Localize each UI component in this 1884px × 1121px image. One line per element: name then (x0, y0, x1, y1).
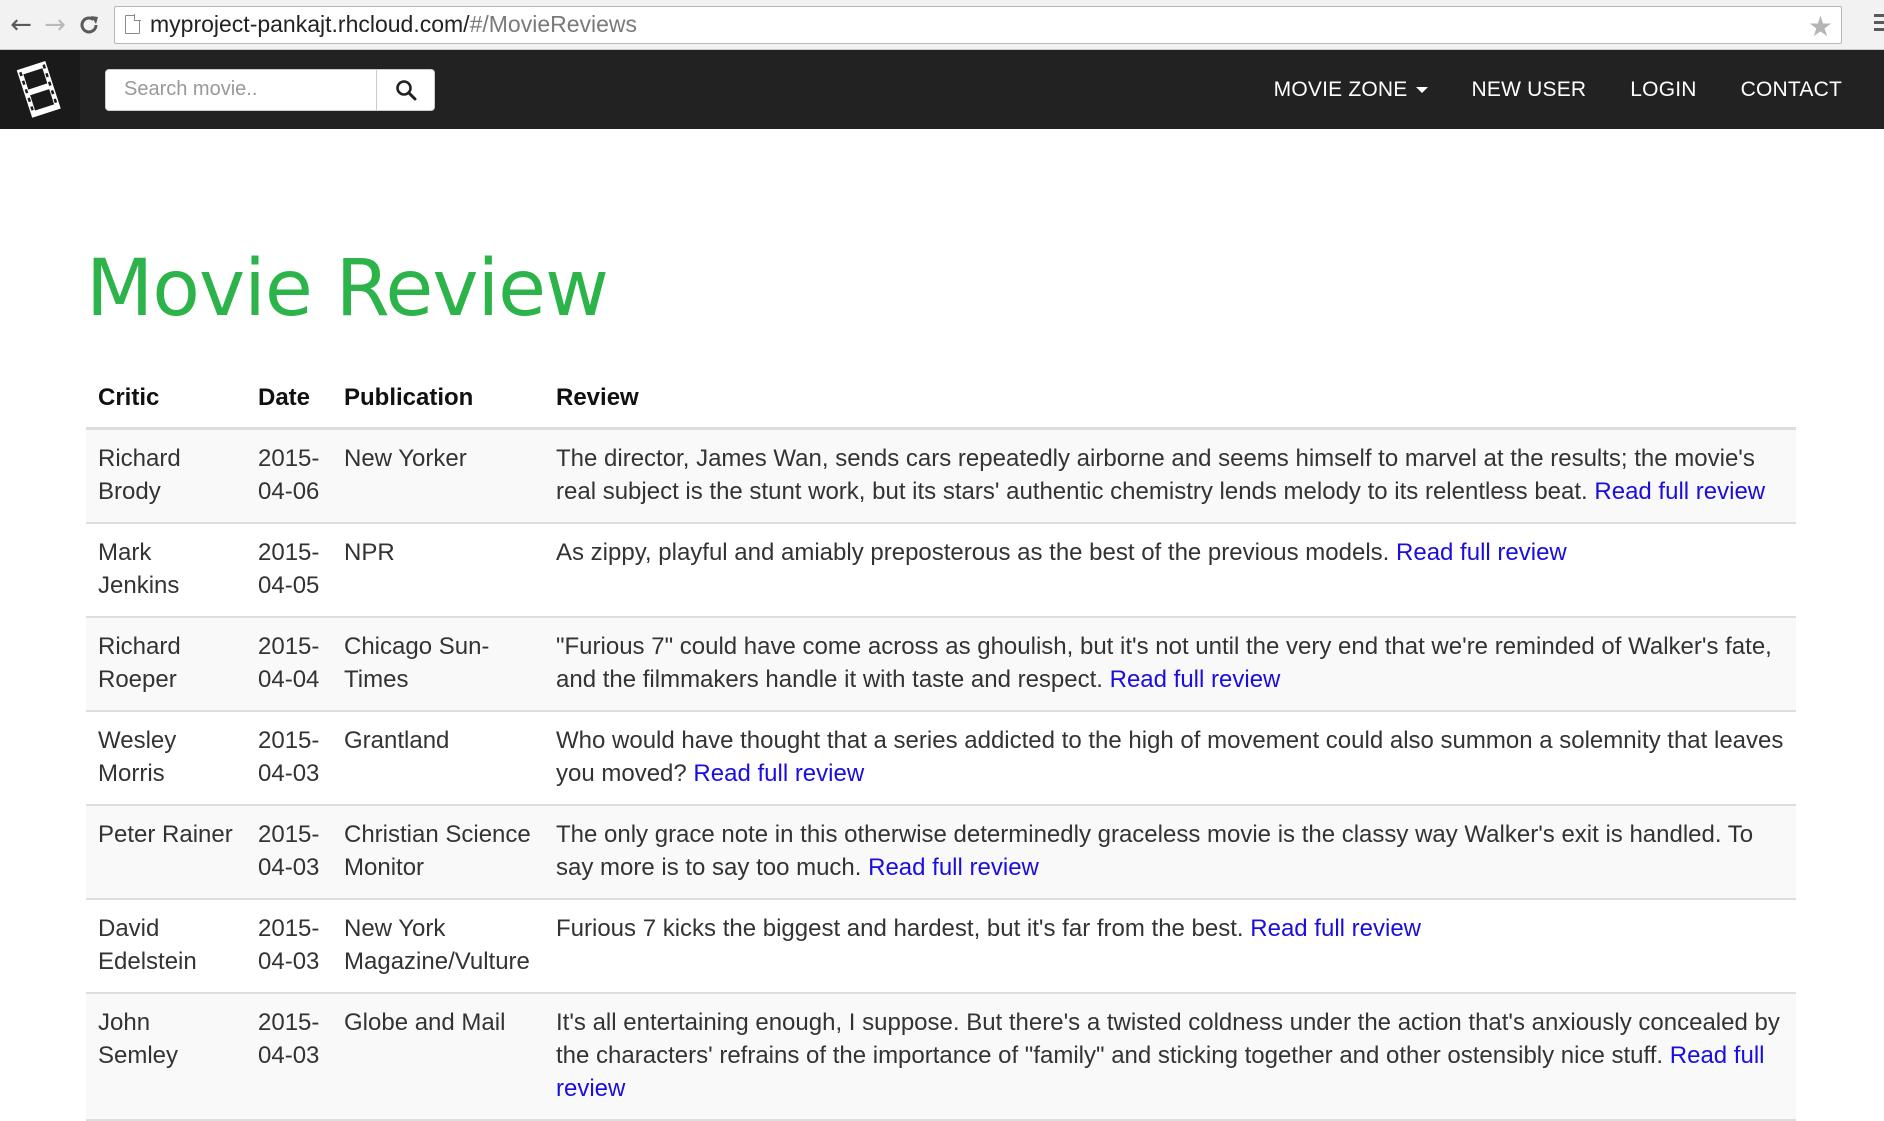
review-text: It's all entertaining enough, I suppose.… (556, 1008, 1780, 1069)
critic-cell: Richard Brody (86, 428, 246, 524)
table-row: Peter Rainer 2015-04-03 Christian Science … (86, 804, 1796, 900)
read-full-review-link[interactable]: Read full review (1250, 915, 1421, 942)
date-cell: 2015-04-03 (246, 992, 332, 1121)
table-header-row: Critic Date Publication Review (86, 370, 1796, 430)
nav-links: MOVIE ZONE NEW USER LOGIN CONTACT (1252, 50, 1864, 129)
publication-cell: NPR (332, 522, 544, 618)
header-publication: Publication (332, 370, 544, 430)
table-row: Richard Roeper 2015-04-04 Chicago Sun-Time… (86, 616, 1796, 712)
nav-movie-zone-dropdown[interactable]: MOVIE ZONE (1252, 50, 1450, 129)
date-cell: 2015-04-04 (246, 616, 332, 712)
search-input[interactable] (105, 68, 377, 111)
address-bar[interactable]: myproject-pankajt.rhcloud.com/#/MovieRev… (114, 5, 1842, 44)
critic-cell: Wesley Morris (86, 710, 246, 806)
page-title: Movie Review (86, 244, 609, 334)
publication-cell: Christian Science Monitor (332, 804, 544, 900)
date-cell: 2015-04-05 (246, 522, 332, 618)
review-cell: The director, James Wan, sends cars repe… (544, 428, 1796, 524)
table-row: John Semley 2015-04-03 Globe and Mail It's … (86, 992, 1796, 1121)
browser-toolbar: ← → myproject-pankajt.rhcloud.com/#/Movi… (0, 0, 1884, 50)
publication-cell: New York Magazine/Vulture (332, 898, 544, 994)
date-cell: 2015-04-03 (246, 710, 332, 806)
browser-menu-icon[interactable] (1874, 14, 1884, 31)
bookmark-star-icon[interactable]: ★ (1808, 10, 1833, 43)
publication-cell: New Yorker (332, 428, 544, 524)
header-date: Date (246, 370, 332, 430)
review-cell: As zippy, playful and amiably prepostero… (544, 522, 1796, 618)
table-row: David Edelstein 2015-04-03 New York Magazi… (86, 898, 1796, 994)
review-cell: The only grace note in this otherwise de… (544, 804, 1796, 900)
critic-cell: David Edelstein (86, 898, 246, 994)
publication-cell: Globe and Mail (332, 992, 544, 1121)
read-full-review-link[interactable]: Read full review (1396, 539, 1567, 566)
back-arrow-icon[interactable]: ← (4, 8, 38, 42)
forward-arrow-icon[interactable]: → (38, 8, 72, 42)
nav-movie-zone-label: MOVIE ZONE (1273, 77, 1408, 101)
page-icon (125, 14, 141, 34)
nav-new-user[interactable]: NEW USER (1450, 50, 1609, 129)
caret-down-icon (1415, 86, 1428, 93)
date-cell: 2015-04-03 (246, 804, 332, 900)
date-cell: 2015-04-06 (246, 428, 332, 524)
review-cell: "Furious 7" could have come across as gh… (544, 616, 1796, 712)
header-critic: Critic (86, 370, 246, 430)
review-cell: It's all entertaining enough, I suppose.… (544, 992, 1796, 1121)
review-text: Furious 7 kicks the biggest and hardest,… (556, 914, 1244, 942)
reload-icon[interactable] (72, 8, 106, 42)
critic-cell: Richard Roeper (86, 616, 246, 712)
nav-login[interactable]: LOGIN (1608, 50, 1718, 129)
table-row: Richard Brody 2015-04-06 New Yorker The dir… (86, 428, 1796, 524)
read-full-review-link[interactable]: Read full review (868, 854, 1039, 881)
review-text: The only grace note in this otherwise de… (556, 820, 1754, 881)
search-form (105, 68, 435, 111)
nav-contact[interactable]: CONTACT (1719, 50, 1864, 129)
film-logo-icon[interactable] (0, 50, 80, 129)
url-path: #/MovieReviews (469, 11, 638, 37)
date-cell: 2015-04-03 (246, 898, 332, 994)
table-row: Mark Jenkins 2015-04-05 NPR As zippy, playf… (86, 522, 1796, 618)
critic-cell: John Semley (86, 992, 246, 1121)
navbar: MOVIE ZONE NEW USER LOGIN CONTACT (0, 50, 1884, 129)
review-text: The director, James Wan, sends cars repe… (556, 444, 1755, 505)
read-full-review-link[interactable]: Read full review (693, 760, 864, 787)
publication-cell: Grantland (332, 710, 544, 806)
url-host: myproject-pankajt.rhcloud.com/ (150, 11, 470, 37)
publication-cell: Chicago Sun-Times (332, 616, 544, 712)
search-button[interactable] (377, 68, 435, 111)
reviews-table: Critic Date Publication Review Richard B… (86, 370, 1796, 1121)
search-icon (395, 79, 416, 100)
table-row: Wesley Morris 2015-04-03 Grantland Who woul… (86, 710, 1796, 806)
header-review: Review (544, 370, 1796, 430)
read-full-review-link[interactable]: Read full review (1594, 478, 1765, 505)
review-text: As zippy, playful and amiably prepostero… (556, 538, 1390, 566)
critic-cell: Peter Rainer (86, 804, 246, 900)
critic-cell: Mark Jenkins (86, 522, 246, 618)
review-cell: Who would have thought that a series add… (544, 710, 1796, 806)
review-cell: Furious 7 kicks the biggest and hardest,… (544, 898, 1796, 994)
read-full-review-link[interactable]: Read full review (1110, 666, 1281, 693)
